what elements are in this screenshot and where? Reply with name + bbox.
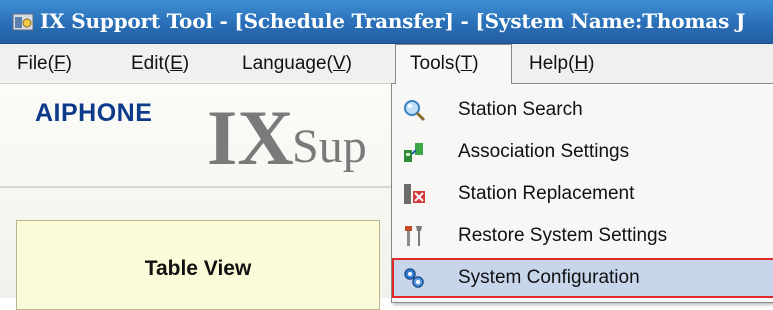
station-replacement-icon xyxy=(404,184,425,204)
menu-item-association-settings[interactable]: Association Settings xyxy=(392,132,773,172)
menu-help[interactable]: Help(H) xyxy=(529,44,594,84)
system-configuration-icon xyxy=(404,268,424,288)
tools-dropdown-menu: Station Search Association Settings Stat… xyxy=(391,83,773,303)
association-icon xyxy=(404,143,423,162)
app-icon xyxy=(12,13,34,31)
menu-bar: File(F) Edit(E) Language(V) Tools(T) Hel… xyxy=(0,44,773,84)
table-view-label: Table View xyxy=(144,257,252,280)
product-title-sup: Sup xyxy=(292,120,367,173)
menu-item-restore-system-settings[interactable]: Restore System Settings xyxy=(392,216,773,256)
menu-item-station-search[interactable]: Station Search xyxy=(392,90,773,130)
window-title: IX Support Tool - [Schedule Transfer] - … xyxy=(40,9,746,33)
menu-file[interactable]: File(F) xyxy=(17,44,72,84)
menu-edit[interactable]: Edit(E) xyxy=(131,44,189,84)
menu-item-system-configuration[interactable]: System Configuration xyxy=(392,258,773,298)
menu-tools[interactable]: Tools(T) xyxy=(395,44,512,84)
magnifier-icon xyxy=(404,100,426,122)
tools-icon xyxy=(405,226,422,246)
aiphone-logo: AIPHONE xyxy=(35,99,153,127)
table-view-button[interactable]: Table View xyxy=(16,220,380,310)
product-title-ix: IX xyxy=(207,94,294,181)
menu-item-station-replacement[interactable]: Station Replacement xyxy=(392,174,773,214)
title-bar: IX Support Tool - [Schedule Transfer] - … xyxy=(0,0,773,44)
menu-language[interactable]: Language(V) xyxy=(242,44,352,84)
